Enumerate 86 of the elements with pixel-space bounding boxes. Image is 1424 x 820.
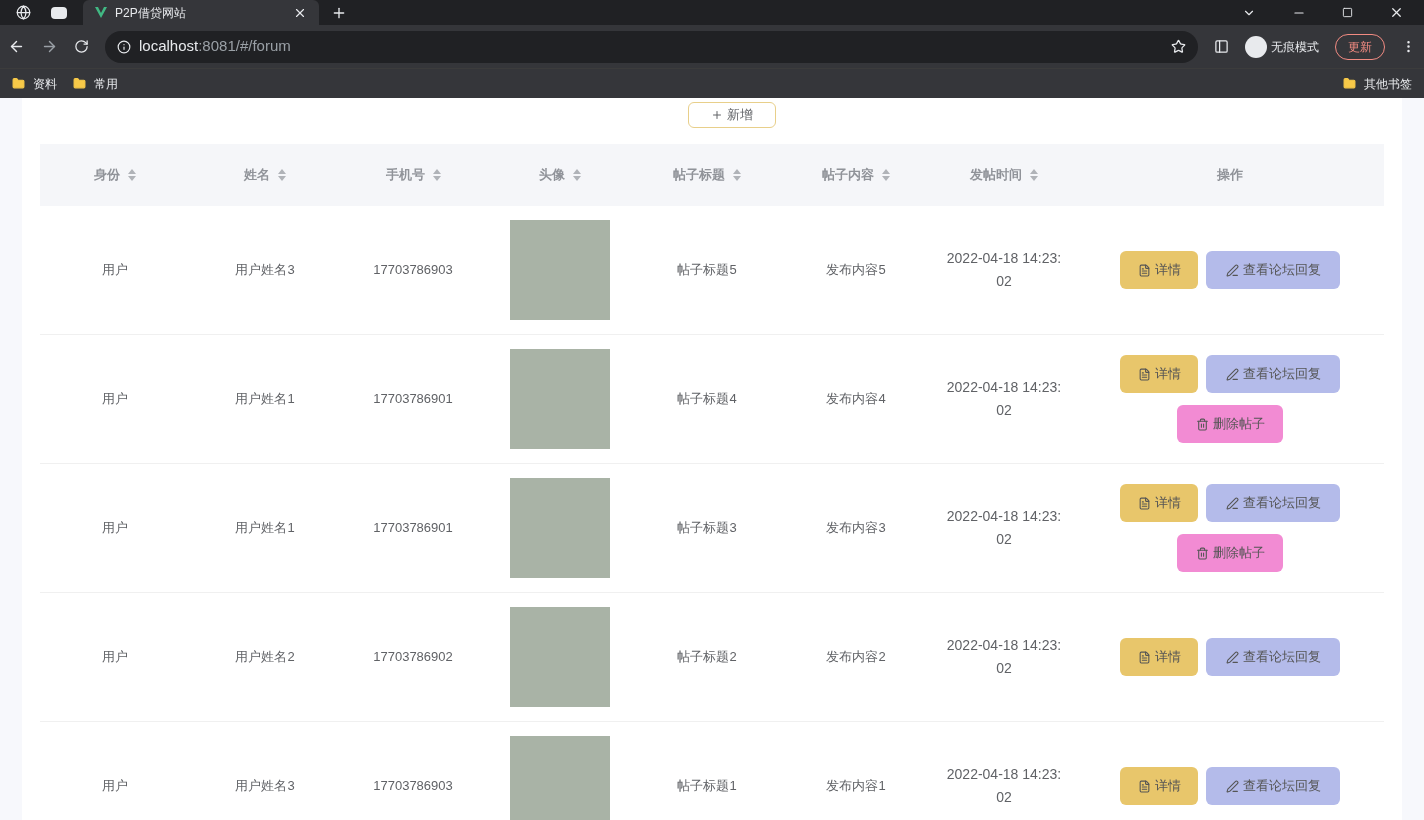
detail-button[interactable]: 详情 bbox=[1120, 484, 1198, 522]
table-cell: 发布内容3 bbox=[826, 520, 886, 536]
document-icon bbox=[1137, 650, 1151, 664]
pen-icon bbox=[1225, 496, 1239, 510]
table-cell: 用户姓名2 bbox=[235, 649, 295, 665]
v-logo-icon bbox=[95, 7, 107, 18]
detail-button[interactable]: 详情 bbox=[1120, 767, 1198, 805]
document-icon bbox=[1137, 367, 1151, 381]
delete-button[interactable]: 删除帖子 bbox=[1177, 405, 1283, 443]
table-cell: 用户 bbox=[102, 520, 128, 536]
table-cell: 17703786901 bbox=[373, 520, 453, 536]
table-cell: 17703786903 bbox=[373, 778, 453, 794]
document-icon bbox=[1137, 263, 1151, 277]
detail-button[interactable]: 详情 bbox=[1120, 251, 1198, 289]
table-cell-text: 2022-04-18 14:23:02 bbox=[945, 765, 1063, 807]
tab-icon[interactable] bbox=[51, 6, 67, 19]
info-icon bbox=[117, 39, 131, 54]
add-button[interactable]: 新增 bbox=[688, 102, 776, 128]
pen-icon bbox=[1225, 367, 1239, 381]
table-cell: 用户 bbox=[102, 262, 128, 278]
table-cell-text: 2022-04-18 14:23:02 bbox=[945, 378, 1063, 420]
table-cell: 用户姓名3 bbox=[235, 778, 295, 794]
document-icon bbox=[1137, 496, 1151, 510]
table-cell: 用户姓名3 bbox=[235, 262, 295, 278]
delete-button[interactable]: 删除帖子 bbox=[1177, 534, 1283, 572]
bookmark[interactable]: 资料 bbox=[12, 74, 57, 93]
detail-button[interactable]: 详情 bbox=[1120, 355, 1198, 393]
folder-icon bbox=[73, 77, 86, 90]
reply-button[interactable]: 查看论坛回复 bbox=[1206, 638, 1340, 676]
table-cell: 用户 bbox=[102, 391, 128, 407]
forward-icon[interactable] bbox=[41, 38, 58, 55]
reload-icon[interactable] bbox=[74, 39, 89, 54]
folder-icon bbox=[12, 77, 25, 90]
table-cell: 用户 bbox=[102, 649, 128, 665]
globe-icon[interactable] bbox=[16, 5, 31, 20]
table-cell: 帖子标题5 bbox=[677, 262, 737, 278]
reply-button[interactable]: 查看论坛回复 bbox=[1206, 251, 1340, 289]
column-header: 头像 bbox=[539, 166, 565, 185]
column-header: 姓名 bbox=[244, 166, 270, 185]
column-header: 身份 bbox=[94, 166, 120, 185]
detail-button[interactable]: 详情 bbox=[1120, 638, 1198, 676]
url-text: localhost:8081/#/forum bbox=[139, 36, 292, 57]
table-cell: 帖子标题3 bbox=[677, 520, 737, 536]
table-cell: 用户 bbox=[102, 778, 128, 794]
table-cell: 帖子标题2 bbox=[677, 649, 737, 665]
table-cell-text: 2022-04-18 14:23:02 bbox=[945, 636, 1063, 678]
column-header: 帖子内容 bbox=[822, 166, 874, 185]
pen-icon bbox=[1225, 779, 1239, 793]
table-cell-text: 2022-04-18 14:23:02 bbox=[945, 249, 1063, 291]
table-cell: 帖子标题4 bbox=[677, 391, 737, 407]
table-cell: 17703786903 bbox=[373, 262, 453, 278]
table-cell: 17703786901 bbox=[373, 391, 453, 407]
table-cell: 发布内容2 bbox=[826, 649, 886, 665]
column-header: 帖子标题 bbox=[673, 166, 725, 185]
column-header: 手机号 bbox=[385, 166, 425, 185]
table-cell-text: 2022-04-18 14:23:02 bbox=[945, 507, 1063, 549]
pen-icon bbox=[1225, 650, 1239, 664]
trash-icon bbox=[1195, 417, 1209, 431]
pen-icon bbox=[1225, 263, 1239, 277]
table-cell: 发布内容5 bbox=[826, 262, 886, 278]
address-bar[interactable]: localhost:8081/#/forum bbox=[105, 30, 1198, 63]
incognito-label: 无痕模式 bbox=[1271, 38, 1319, 56]
reply-button[interactable]: 查看论坛回复 bbox=[1206, 484, 1340, 522]
table-cell: 发布内容1 bbox=[826, 778, 886, 794]
tab-title: P2P借贷网站 bbox=[115, 4, 187, 22]
browser-tab[interactable]: P2P借贷网站 bbox=[83, 0, 319, 25]
table-cell: 帖子标题1 bbox=[677, 778, 737, 794]
star-icon[interactable] bbox=[1171, 39, 1186, 54]
table-cell: 用户姓名1 bbox=[235, 391, 295, 407]
bookmark[interactable]: 常用 bbox=[73, 74, 118, 93]
sidebar-icon[interactable] bbox=[1214, 39, 1229, 54]
restore-icon[interactable] bbox=[1342, 7, 1353, 18]
trash-icon bbox=[1195, 546, 1209, 560]
plus-icon bbox=[711, 109, 723, 121]
column-header: 操作 bbox=[1217, 166, 1243, 185]
reply-button[interactable]: 查看论坛回复 bbox=[1206, 355, 1340, 393]
close-icon[interactable] bbox=[1389, 5, 1404, 20]
document-icon bbox=[1137, 779, 1151, 793]
table-cell: 17703786902 bbox=[373, 649, 453, 665]
back-icon[interactable] bbox=[8, 38, 25, 55]
reply-button[interactable]: 查看论坛回复 bbox=[1206, 767, 1340, 805]
table-cell: 发布内容4 bbox=[826, 391, 886, 407]
folder-icon bbox=[1343, 77, 1356, 90]
table-cell: 用户姓名1 bbox=[235, 520, 295, 536]
column-header: 发帖时间 bbox=[970, 166, 1022, 185]
bookmark[interactable]: 其他书签 bbox=[1343, 74, 1412, 93]
